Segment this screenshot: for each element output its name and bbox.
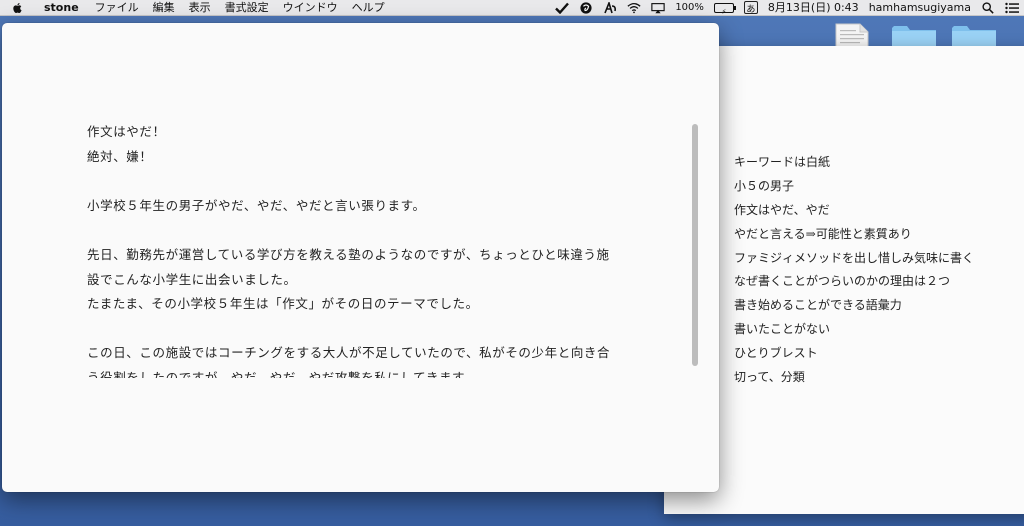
- folder-icon[interactable]: [950, 22, 998, 48]
- evernote-icon[interactable]: [579, 1, 593, 14]
- notification-center-icon[interactable]: [1005, 2, 1019, 14]
- editor-line: 小学校５年生の男子がやだ、やだ、やだと言い張ります。: [87, 197, 426, 213]
- outline-item[interactable]: ひとりブレスト: [734, 341, 974, 365]
- battery-percentage: 100%: [675, 1, 704, 13]
- battery-icon[interactable]: ⚡: [713, 2, 736, 16]
- airplay-icon[interactable]: [651, 2, 666, 14]
- menu-format[interactable]: 書式設定: [218, 0, 276, 16]
- text-editor[interactable]: 作文はやだ！ 絶対、嫌！ 小学校５年生の男子がやだ、やだ、やだと言い張ります。 …: [87, 120, 642, 378]
- editor-window: 作文はやだ！ 絶対、嫌！ 小学校５年生の男子がやだ、やだ、やだと言い張ります。 …: [2, 23, 719, 492]
- editor-line: 先日、勤務先が運営している学び方を教える塾のようなのですが、ちょっとひと味違う施: [87, 246, 610, 262]
- editor-line: [87, 169, 642, 194]
- menu-view[interactable]: 表示: [182, 0, 218, 16]
- search-icon[interactable]: [981, 1, 995, 14]
- menu-bar: stone ファイル 編集 表示 書式設定 ウインドウ ヘルプ 100% ⚡ あ…: [0, 0, 1024, 16]
- menu-edit[interactable]: 編集: [146, 0, 182, 16]
- outline-item[interactable]: 書き始めることができる語彙力: [734, 293, 974, 317]
- editor-line: 作文はやだ！: [87, 124, 166, 139]
- outline-item[interactable]: 書いたことがない: [734, 317, 974, 341]
- menu-window[interactable]: ウインドウ: [276, 0, 345, 16]
- user-menu[interactable]: hamhamsugiyama: [869, 0, 971, 16]
- outline-item[interactable]: 小５の男子: [734, 174, 974, 198]
- vertical-scrollbar[interactable]: [692, 124, 698, 366]
- status-area: 100% ⚡ あ 8月13日(日) 0:43 hamhamsugiyama: [550, 0, 1024, 16]
- menu-file[interactable]: ファイル: [88, 0, 146, 16]
- apple-menu-icon[interactable]: [12, 2, 24, 14]
- outline-item[interactable]: 作文はやだ、やだ: [734, 198, 974, 222]
- editor-line: 設でこんな小学生に出会いました。: [87, 271, 297, 287]
- wifi-icon[interactable]: [627, 2, 641, 14]
- input-method-icon[interactable]: あ: [743, 1, 758, 15]
- outline-item[interactable]: なぜ書くことがつらいのかの理由は２つ: [734, 269, 974, 293]
- editor-line: [87, 317, 642, 342]
- editor-line: [87, 218, 642, 243]
- app-menu[interactable]: stone: [36, 0, 88, 16]
- clock[interactable]: 8月13日(日) 0:43: [768, 0, 859, 16]
- outline-item[interactable]: 切って、分類: [734, 365, 974, 389]
- editor-line: たまたま、その小学校５年生は「作文」がその日のテーマでした。: [87, 296, 479, 312]
- outline-list: キーワードは白紙 小５の男子 作文はやだ、やだ やだと言える⇒可能性と素質あり …: [734, 150, 974, 389]
- folder-icon[interactable]: [890, 22, 938, 48]
- outline-item[interactable]: ファミジィメソッドを出し惜しみ気味に書く: [734, 246, 974, 270]
- outline-item[interactable]: やだと言える⇒可能性と素質あり: [734, 222, 974, 246]
- document-file-icon[interactable]: [834, 22, 870, 48]
- editor-line: 絶対、嫌！: [87, 148, 153, 164]
- script-icon[interactable]: [603, 1, 617, 14]
- checkmark-icon[interactable]: [555, 2, 570, 14]
- outline-item[interactable]: キーワードは白紙: [734, 150, 974, 174]
- menu-help[interactable]: ヘルプ: [345, 0, 392, 16]
- editor-line: この日、この施設ではコーチングをする大人が不足していたので、私がその少年と向き合: [87, 345, 611, 361]
- editor-line: う役割をしたのですが、やだ、やだ、やだ攻撃を私にしてきます。: [87, 369, 478, 378]
